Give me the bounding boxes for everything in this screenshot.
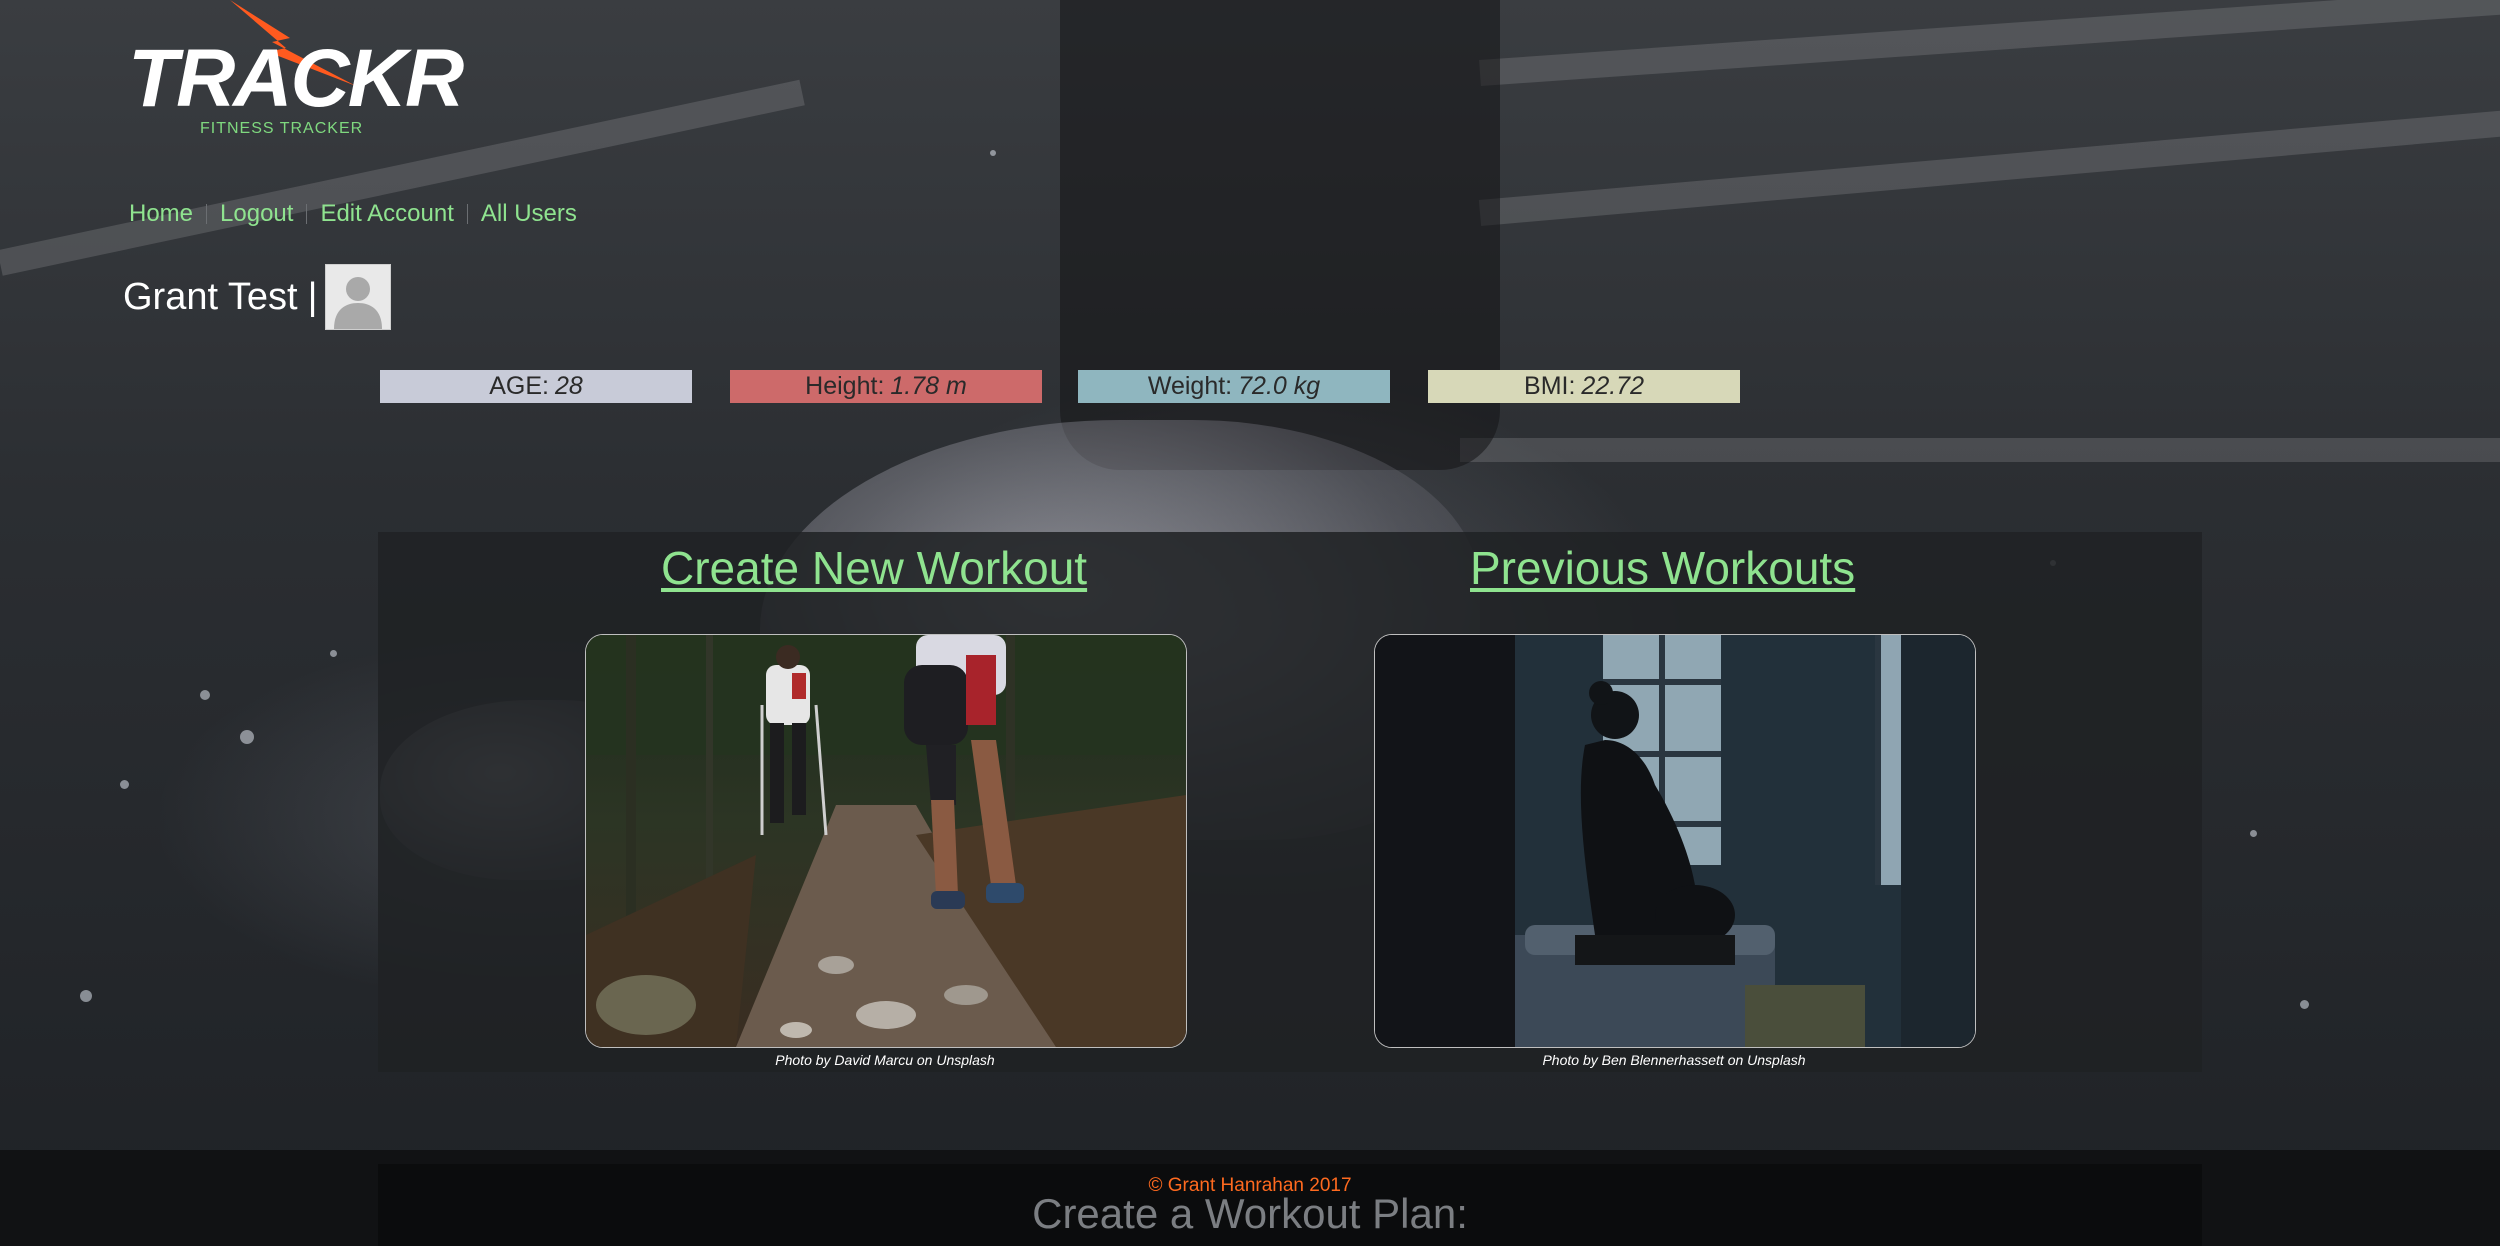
stat-weight-label: Weight:	[1147, 372, 1233, 400]
stat-bmi-value: 22.72	[1581, 372, 1644, 400]
nav-divider	[306, 204, 308, 224]
water-drop	[330, 650, 337, 657]
main-nav: Home Logout Edit Account All Users	[129, 200, 577, 228]
meditation-photo	[1375, 635, 1975, 1047]
stat-age-label: AGE:	[489, 372, 549, 400]
photo-credit-create: Photo by David Marcu on Unsplash	[775, 1052, 995, 1068]
nav-divider	[206, 204, 208, 224]
nav-all-users-link[interactable]: All Users	[481, 200, 577, 228]
water-drop	[80, 990, 92, 1002]
stat-height: Height: 1.78 m	[730, 370, 1042, 403]
background-railing	[1479, 0, 2500, 86]
logo-wordmark: TRACKR	[128, 33, 464, 124]
copyright-text: © Grant Hanrahan 2017	[1148, 1175, 1352, 1196]
trackr-logo[interactable]: TRACKR FITNESS TRACKER	[128, 0, 464, 138]
workout-plan-heading: Create a Workout Plan:	[1032, 1190, 1468, 1237]
user-name: Grant Test	[123, 275, 298, 318]
stat-weight: Weight: 72.0 kg	[1078, 370, 1390, 403]
previous-workouts-image[interactable]	[1374, 634, 1976, 1048]
background-railing	[1460, 438, 2500, 462]
stat-age-value: 28	[554, 372, 583, 400]
water-drop	[200, 690, 210, 700]
default-user-avatar-icon	[334, 277, 383, 329]
stat-bmi: BMI: 22.72	[1428, 370, 1740, 403]
stat-height-label: Height:	[805, 372, 885, 400]
stat-age: AGE: 28	[380, 370, 692, 403]
nav-divider	[466, 204, 468, 224]
logo-tagline: FITNESS TRACKER	[200, 120, 364, 137]
nav-logout-link[interactable]: Logout	[220, 200, 293, 228]
previous-workouts-link[interactable]: Previous Workouts	[1470, 541, 1855, 595]
user-separator: |	[307, 275, 318, 318]
create-workout-image[interactable]	[585, 634, 1187, 1048]
avatar[interactable]	[325, 264, 392, 330]
stat-weight-value: 72.0 kg	[1238, 372, 1321, 400]
nav-home-link[interactable]: Home	[129, 200, 193, 228]
stat-bmi-label: BMI:	[1524, 372, 1576, 400]
photo-credit-previous: Photo by Ben Blennerhassett on Unsplash	[1542, 1052, 1806, 1068]
background-railing	[1478, 108, 2500, 226]
create-new-workout-link[interactable]: Create New Workout	[661, 541, 1087, 595]
user-header: Grant Test |	[123, 264, 392, 330]
water-drop	[240, 730, 254, 744]
water-drop	[2300, 1000, 2309, 1009]
nav-edit-account-link[interactable]: Edit Account	[320, 200, 453, 228]
water-drop	[2250, 830, 2257, 837]
page: TRACKR FITNESS TRACKER Home Logout Edit …	[0, 0, 2500, 1246]
water-drop	[990, 150, 996, 156]
trail-running-photo	[586, 635, 1186, 1047]
stat-height-value: 1.78 m	[890, 372, 967, 400]
water-drop	[120, 780, 129, 789]
